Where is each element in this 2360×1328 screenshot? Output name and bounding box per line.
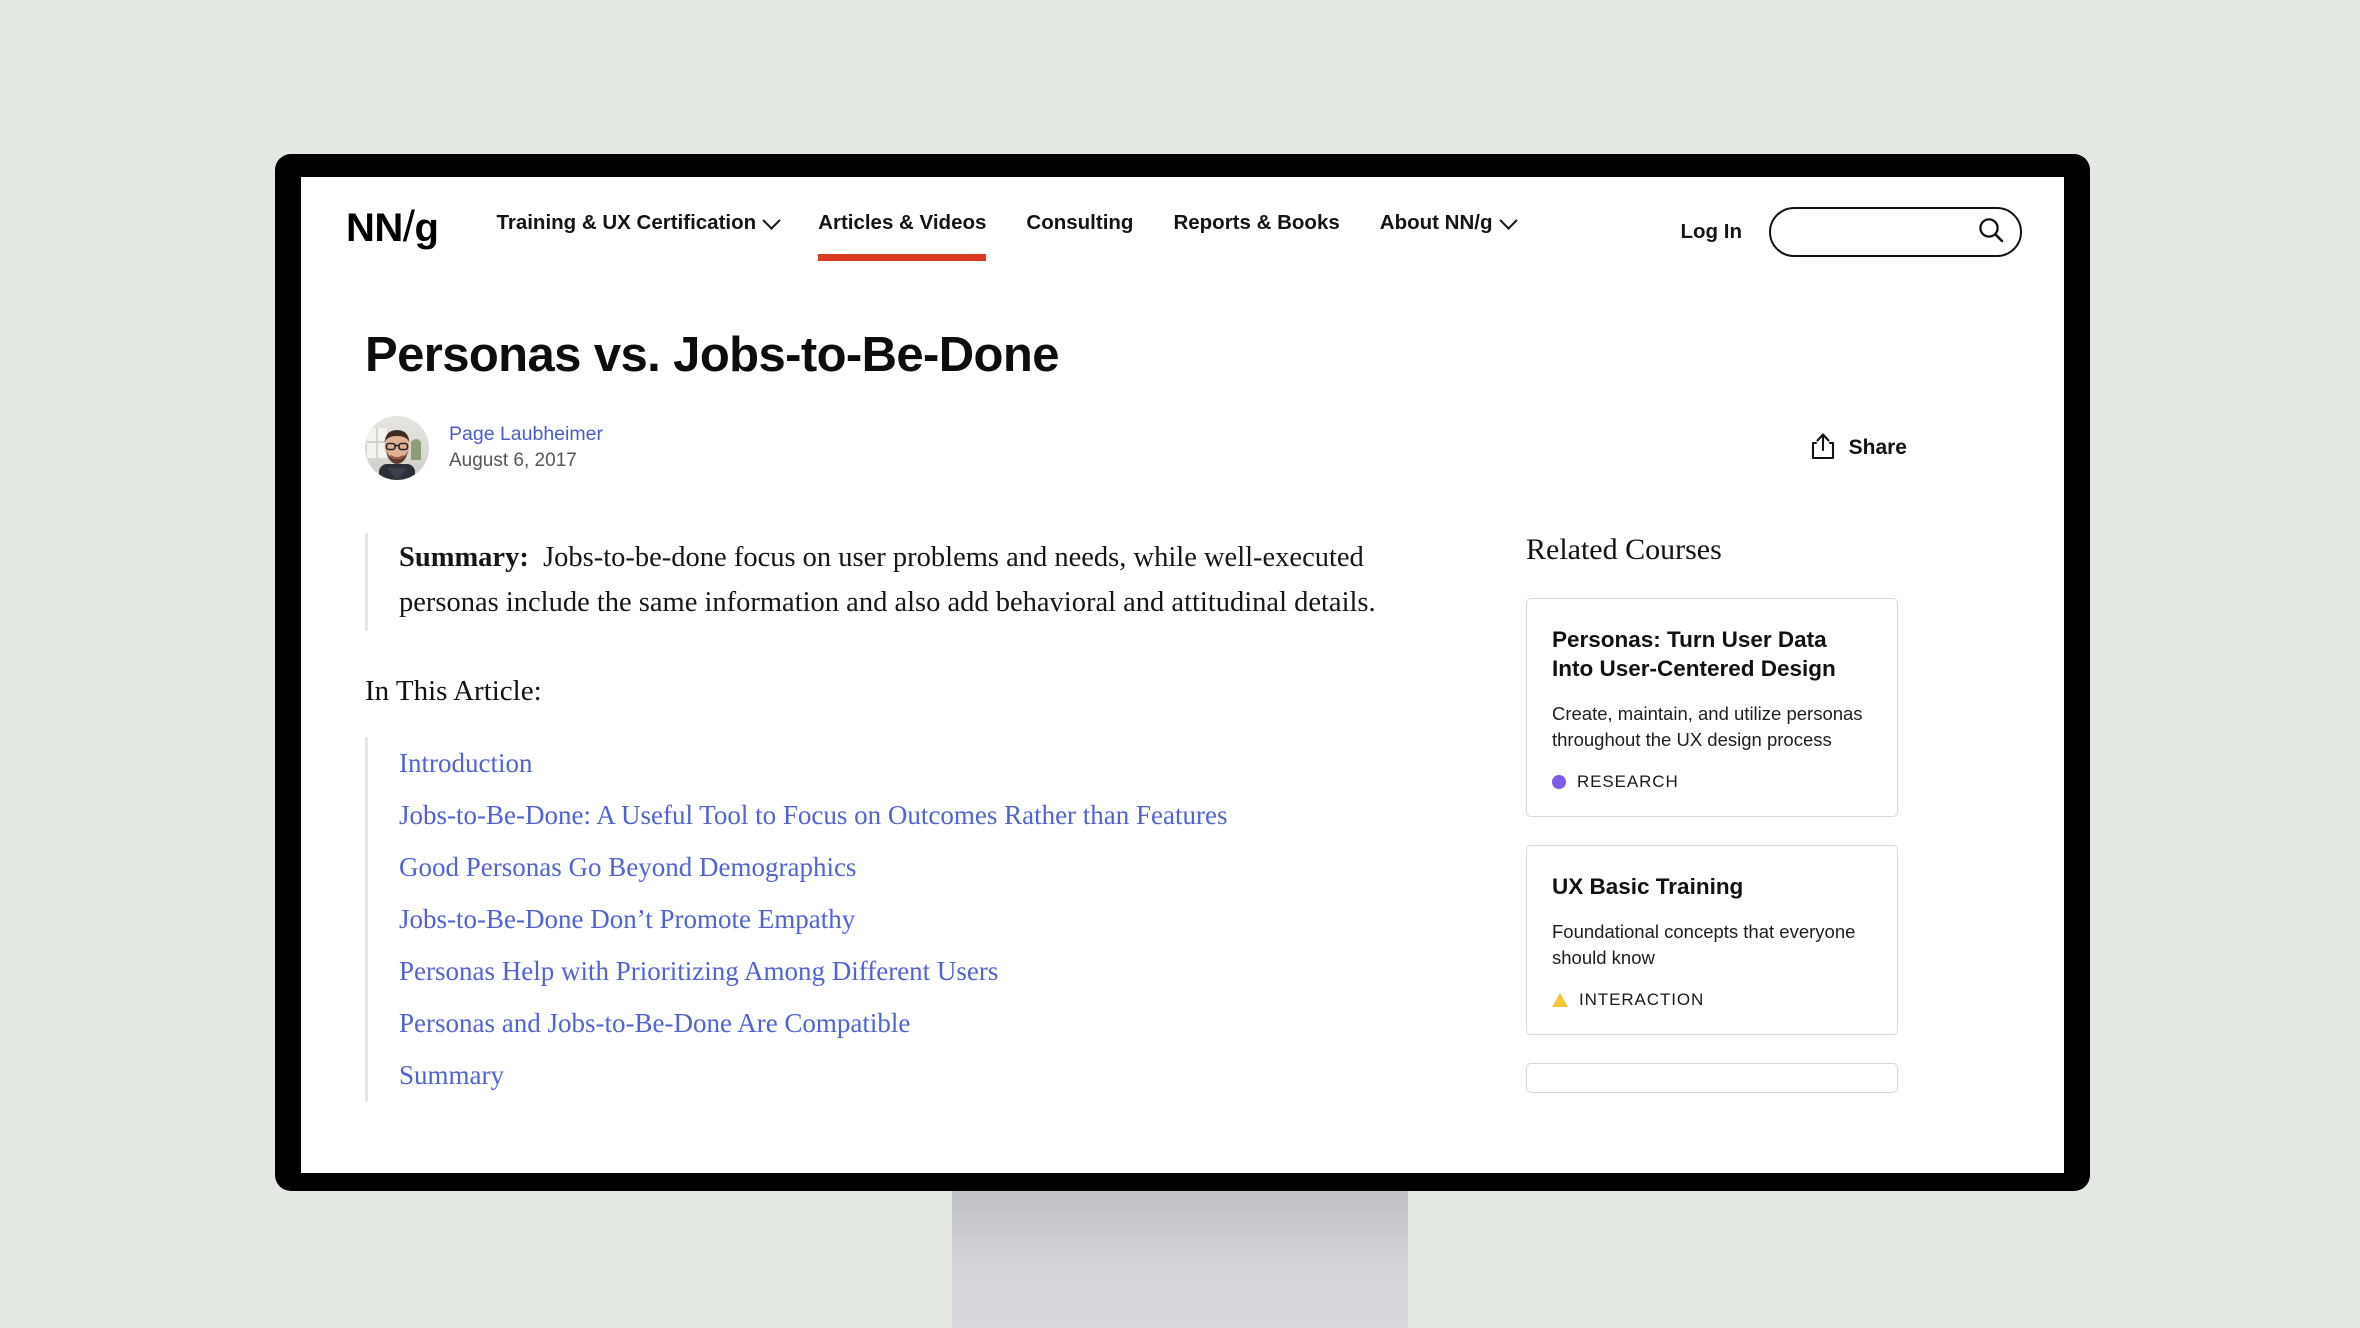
search-icon[interactable] xyxy=(1976,215,2006,250)
share-label: Share xyxy=(1848,436,1907,459)
course-tag-label: INTERACTION xyxy=(1579,990,1705,1010)
course-description: Create, maintain, and utilize personas t… xyxy=(1552,702,1863,751)
course-title: Personas: Turn User Data Into User-Cente… xyxy=(1552,627,1836,682)
summary-body: Jobs-to-be-done focus on user problems a… xyxy=(399,542,1376,619)
toc-link-summary[interactable]: Summary xyxy=(399,1050,1516,1102)
toc-link-personas-prioritizing[interactable]: Personas Help with Prioritizing Among Di… xyxy=(399,945,1516,997)
avatar xyxy=(365,416,429,480)
nav-label-articles: Articles & Videos xyxy=(818,211,987,234)
share-icon xyxy=(1810,432,1836,465)
search-box[interactable] xyxy=(1769,207,2022,257)
search-input[interactable] xyxy=(1789,222,1976,242)
summary-label: Summary: xyxy=(399,542,529,573)
research-dot-icon xyxy=(1552,775,1566,790)
content-columns: Summary: Jobs-to-be-done focus on user p… xyxy=(346,533,2019,1121)
nav-item-reports-books[interactable]: Reports & Books xyxy=(1153,211,1359,261)
course-title: UX Basic Training xyxy=(1552,874,1744,900)
chevron-down-icon xyxy=(762,210,781,230)
main-column: Summary: Jobs-to-be-done focus on user p… xyxy=(346,533,1516,1121)
nav-label-about: About NN/g xyxy=(1379,211,1493,234)
monitor-bezel: NN/g Training & UX Certification Article… xyxy=(275,154,2090,1191)
nav-item-articles-videos[interactable]: Articles & Videos xyxy=(798,211,1006,261)
header-actions: Log In xyxy=(1681,207,2022,257)
summary-block: Summary: Jobs-to-be-done focus on user p… xyxy=(365,533,1426,632)
chevron-down-icon xyxy=(1498,210,1518,230)
logo-nn: NN xyxy=(346,206,403,250)
publish-date: August 6, 2017 xyxy=(449,449,577,471)
course-tag: RESEARCH xyxy=(1552,772,1872,792)
logo-slash: / xyxy=(402,202,415,251)
page-title: Personas vs. Jobs-to-Be-Done xyxy=(365,328,1059,382)
toc-link-good-personas[interactable]: Good Personas Go Beyond Demographics xyxy=(399,841,1516,893)
nav-item-about[interactable]: About NN/g xyxy=(1360,210,1535,261)
course-description: Foundational concepts that everyone shou… xyxy=(1552,920,1856,969)
table-of-contents: Introduction Jobs-to-Be-Done: A Useful T… xyxy=(365,737,1516,1102)
sidebar: Related Courses Personas: Turn User Data… xyxy=(1516,533,2019,1121)
course-card-partial[interactable] xyxy=(1526,1063,1898,1094)
nng-logo[interactable]: NN/g xyxy=(346,202,439,251)
toc-link-introduction[interactable]: Introduction xyxy=(399,737,1516,789)
browser-viewport: NN/g Training & UX Certification Article… xyxy=(301,177,2064,1173)
toc-link-personas-compatible[interactable]: Personas and Jobs-to-Be-Done Are Compati… xyxy=(399,998,1516,1050)
monitor-stand xyxy=(952,1186,1408,1328)
related-courses-heading: Related Courses xyxy=(1526,533,1722,566)
course-tag: INTERACTION xyxy=(1552,990,1872,1010)
toc-link-jtbd-useful-tool[interactable]: Jobs-to-Be-Done: A Useful Tool to Focus … xyxy=(399,789,1516,841)
logo-g: g xyxy=(414,206,439,250)
interaction-triangle-icon xyxy=(1552,993,1568,1008)
site-header: NN/g Training & UX Certification Article… xyxy=(301,177,2064,273)
nav-label-training: Training & UX Certification xyxy=(496,211,757,234)
share-button[interactable]: Share xyxy=(1810,432,1907,465)
main-navigation: Training & UX Certification Articles & V… xyxy=(476,210,1535,261)
byline-text: Page Laubheimer August 6, 2017 xyxy=(449,421,603,476)
nav-item-training[interactable]: Training & UX Certification xyxy=(476,210,798,261)
course-card-personas[interactable]: Personas: Turn User Data Into User-Cente… xyxy=(1526,598,1898,818)
nav-label-reports: Reports & Books xyxy=(1173,211,1340,234)
nav-label-consulting: Consulting xyxy=(1026,211,1134,234)
nav-item-consulting[interactable]: Consulting xyxy=(1006,211,1153,261)
summary-text: Summary: Jobs-to-be-done focus on user p… xyxy=(399,535,1426,625)
login-button[interactable]: Log In xyxy=(1681,220,1742,244)
author-link[interactable]: Page Laubheimer xyxy=(449,421,603,447)
toc-link-jtbd-empathy[interactable]: Jobs-to-Be-Done Don’t Promote Empathy xyxy=(399,893,1516,945)
course-tag-label: RESEARCH xyxy=(1577,772,1679,792)
course-card-ux-basic-training[interactable]: UX Basic Training Foundational concepts … xyxy=(1526,845,1898,1036)
byline: Page Laubheimer August 6, 2017 Share xyxy=(365,416,2019,480)
article-page: Personas vs. Jobs-to-Be-Done Page Laubhe… xyxy=(301,327,2064,1121)
toc-heading: In This Article: xyxy=(365,675,542,708)
avatar-photo xyxy=(365,416,429,480)
